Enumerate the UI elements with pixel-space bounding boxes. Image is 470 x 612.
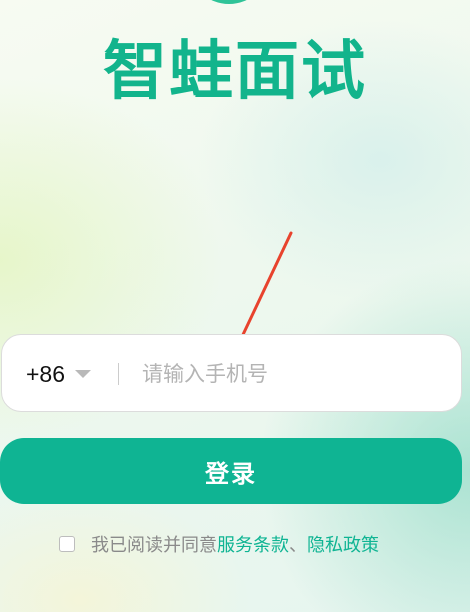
chevron-down-icon xyxy=(75,370,92,378)
phone-input-box: +86 xyxy=(1,334,462,412)
phone-input[interactable] xyxy=(142,351,442,397)
country-code-text: +86 xyxy=(26,360,66,387)
agreement-prefix: 我已阅读并同意 xyxy=(91,535,217,556)
logo-arc-icon xyxy=(188,0,270,4)
privacy-link[interactable]: 隐私政策 xyxy=(307,531,379,557)
divider xyxy=(118,363,119,385)
app-title: 智蛙面试 xyxy=(103,35,367,109)
country-code-selector[interactable]: +86 xyxy=(26,335,92,413)
terms-link[interactable]: 服务条款 xyxy=(217,531,289,557)
agreement-row: 我已阅读并同意 服务条款 、 隐私政策 xyxy=(59,530,379,558)
agreement-separator: 、 xyxy=(289,535,307,556)
agreement-checkbox[interactable] xyxy=(59,536,75,552)
login-button[interactable]: 登录 xyxy=(0,438,462,504)
